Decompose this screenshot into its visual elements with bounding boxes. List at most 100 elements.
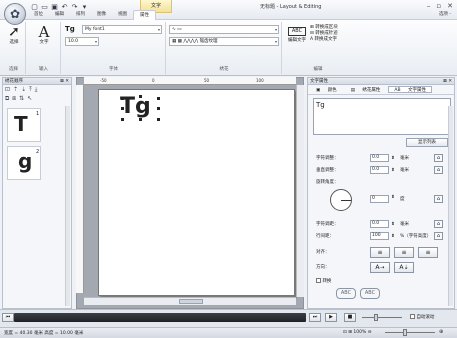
width-input[interactable]: 0.0 bbox=[370, 220, 389, 228]
align-left-button[interactable]: ≡ bbox=[370, 247, 390, 258]
align-center-button[interactable]: ≡ bbox=[394, 247, 414, 258]
panel-close-icon[interactable]: ⊠ ✕ bbox=[60, 78, 69, 85]
rotation-input[interactable]: 0 bbox=[370, 195, 389, 203]
sew-order-scrollbar[interactable] bbox=[65, 106, 70, 306]
char-spacing-input[interactable]: 0.0 bbox=[370, 154, 389, 162]
zoom-slider-thumb[interactable] bbox=[403, 329, 407, 336]
rewind-button[interactable]: ⏮ bbox=[2, 313, 14, 322]
zoom-out-icon[interactable]: ⊖ bbox=[368, 330, 372, 335]
stop-button[interactable]: ■ bbox=[344, 313, 356, 322]
spin-icon[interactable]: ⬍ bbox=[391, 166, 395, 175]
convert-to-text-button[interactable]: A 转换成文字 bbox=[310, 37, 338, 43]
tab-arrange[interactable]: 排列 bbox=[70, 10, 91, 20]
abc-outline-button[interactable]: ABC bbox=[336, 288, 356, 299]
selection-handle[interactable] bbox=[157, 118, 160, 121]
pointer-small-icon[interactable]: ↖ bbox=[27, 95, 32, 102]
canvas-horizontal-scrollbar[interactable] bbox=[84, 297, 296, 305]
minimize-icon[interactable]: – bbox=[427, 2, 431, 10]
sew-icon: ▤ bbox=[350, 88, 357, 93]
selection-handle[interactable] bbox=[139, 118, 142, 121]
spin-icon[interactable]: ⬍ bbox=[391, 220, 395, 229]
tab-text-attributes[interactable]: AB 文字属性 bbox=[388, 86, 432, 93]
align-right-button[interactable]: ≡ bbox=[418, 247, 438, 258]
spin-icon[interactable]: ⬍ bbox=[391, 154, 395, 163]
text-attributes-panel: 文字属性 ⊠ ✕ ▣ 颜色 ▤ 绣花属性 AB 文字属性 Tg 显示列表 字符调… bbox=[307, 77, 455, 309]
tab-image[interactable]: 图像 bbox=[91, 10, 112, 20]
step-end-button[interactable]: ⏭ bbox=[309, 313, 321, 322]
tab-view[interactable]: 视图 bbox=[112, 10, 133, 20]
abc-icon: ABC bbox=[288, 27, 306, 36]
selection-handle[interactable] bbox=[121, 107, 124, 110]
vertical-direction-button[interactable]: A⇣ bbox=[394, 262, 414, 273]
last-icon[interactable]: ⤓ bbox=[35, 86, 38, 93]
move-down-icon[interactable]: ⇣ bbox=[21, 86, 26, 93]
font-group-label: 字体 bbox=[109, 67, 118, 72]
view-icon[interactable]: ⊡ bbox=[5, 86, 10, 93]
stitch-progress-track[interactable] bbox=[14, 313, 306, 322]
reset-icon[interactable]: ⌂ bbox=[434, 154, 443, 162]
zoom-slider[interactable] bbox=[385, 332, 435, 333]
text-tool-button[interactable]: A 文字 bbox=[34, 24, 54, 46]
reset-icon[interactable]: ⌂ bbox=[434, 232, 443, 240]
maximize-icon[interactable]: ▫ bbox=[436, 2, 441, 10]
auto-scroll-checkbox[interactable] bbox=[410, 314, 415, 319]
reset-icon[interactable]: ⌂ bbox=[434, 195, 443, 203]
speed-slider[interactable] bbox=[362, 317, 402, 318]
tab-attributes[interactable]: 属性 bbox=[133, 10, 156, 20]
speed-slider-thumb[interactable] bbox=[374, 314, 378, 321]
first-icon[interactable]: ⤒ bbox=[29, 86, 32, 93]
sew-order-item[interactable]: g 2 bbox=[7, 146, 41, 180]
zoom-in-icon[interactable]: ⊕ bbox=[439, 329, 443, 336]
play-button[interactable]: ▶ bbox=[325, 313, 337, 322]
stitch-fill-select[interactable]: ▦ ▩ ⋀⋀⋀⋀ 锯齿纹理 ▾ bbox=[169, 37, 279, 46]
selection-handle[interactable] bbox=[121, 118, 124, 121]
move-up-icon[interactable]: ⇡ bbox=[13, 86, 18, 93]
convert-checkbox[interactable] bbox=[316, 278, 321, 283]
options-menu[interactable]: 选项 - bbox=[439, 10, 451, 20]
width-label: 字符调距： bbox=[316, 222, 339, 227]
canvas-text-object[interactable]: Tg bbox=[120, 96, 151, 118]
reset-icon[interactable]: ⌂ bbox=[434, 166, 443, 174]
vertical-ruler bbox=[76, 85, 84, 293]
vertical-input[interactable]: 0.0 bbox=[370, 166, 389, 174]
spin-icon[interactable]: ⬍ bbox=[391, 232, 395, 241]
close-icon[interactable]: ✕ bbox=[447, 2, 453, 10]
rotation-dial[interactable] bbox=[330, 189, 352, 211]
canvas-vertical-scrollbar[interactable] bbox=[296, 85, 304, 297]
tab-sew-attributes[interactable]: ▤ 绣花属性 bbox=[345, 86, 387, 93]
selection-handle[interactable] bbox=[157, 107, 160, 110]
selection-handle[interactable] bbox=[139, 95, 142, 98]
app-menu-orb-icon[interactable]: ✿ bbox=[4, 3, 26, 25]
item-glyph: T bbox=[14, 112, 28, 136]
sew-order-item[interactable]: T 1 bbox=[7, 108, 41, 142]
select-tool-button[interactable]: ➚ 选择 bbox=[4, 24, 24, 46]
ungroup-icon[interactable]: ⧈ bbox=[12, 95, 16, 102]
abc-arc-button[interactable]: ABC bbox=[360, 288, 380, 299]
tab-edit[interactable]: 编辑 bbox=[49, 10, 70, 20]
edit-group-label: 编辑 bbox=[313, 67, 323, 72]
design-page[interactable] bbox=[98, 89, 295, 296]
selection-handle[interactable] bbox=[157, 97, 160, 100]
font-name-select[interactable]: My font1 ▾ bbox=[82, 25, 162, 34]
group-icon[interactable]: ⧉ bbox=[5, 95, 9, 102]
show-list-button[interactable]: 显示列表 bbox=[406, 138, 448, 147]
line-spacing-input[interactable]: 100 bbox=[370, 232, 389, 240]
selection-handle[interactable] bbox=[121, 97, 124, 100]
reset-icon[interactable]: ⌂ bbox=[434, 220, 443, 228]
convert-to-text-label: 转换成文字 bbox=[314, 37, 338, 42]
tab-color[interactable]: ▣ 颜色 bbox=[310, 86, 343, 93]
edit-text-button[interactable]: ABC 编辑文字 bbox=[286, 25, 308, 44]
sort-icon[interactable]: ⇅ bbox=[19, 95, 24, 102]
scroll-thumb[interactable] bbox=[179, 299, 203, 304]
auto-scroll-toggle[interactable]: 自动滚动 bbox=[410, 314, 434, 320]
font-size-select[interactable]: 10.0 ▾ bbox=[65, 37, 99, 46]
panel-close-icon[interactable]: ⊠ ✕ bbox=[443, 78, 452, 85]
tab-home[interactable]: 首位 bbox=[28, 10, 49, 20]
text-input[interactable]: Tg bbox=[313, 98, 451, 135]
attributes-scrollbar[interactable] bbox=[448, 106, 453, 306]
sew-order-toolbar: ⊡ ⇡ ⇣ ⤒ ⤓ bbox=[3, 85, 71, 94]
stitch-line-select[interactable]: ∿ ▭ ▾ bbox=[169, 25, 279, 34]
spin-icon[interactable]: ⬍ bbox=[391, 195, 395, 200]
zoom-fit-icon[interactable]: ⊡ ⊞ bbox=[343, 330, 353, 335]
horizontal-direction-button[interactable]: A⇢ bbox=[370, 262, 390, 273]
